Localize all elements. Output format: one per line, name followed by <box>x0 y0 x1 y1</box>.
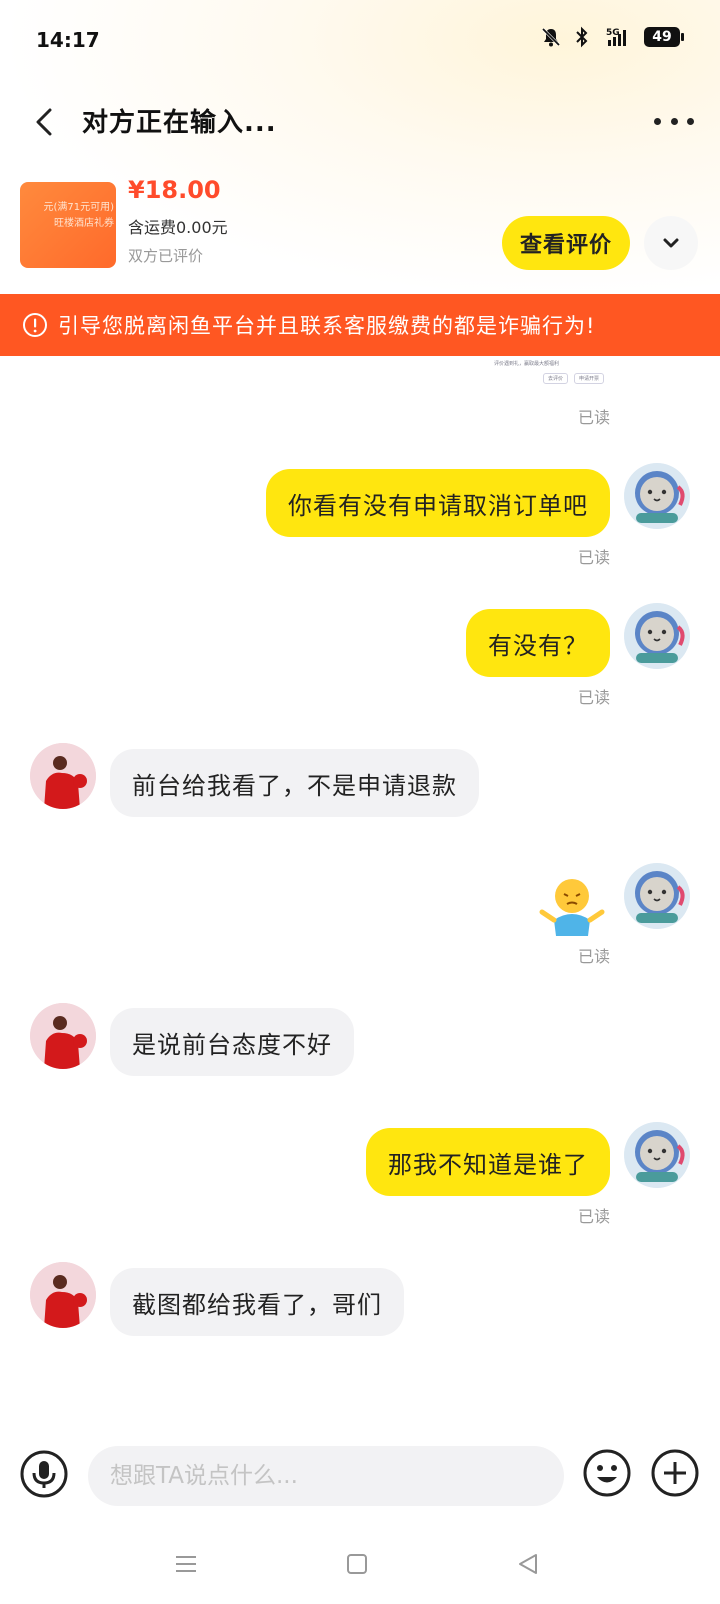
message-bubble-received[interactable]: 前台给我看了，不是申请退款 <box>110 749 479 817</box>
chevron-down-icon <box>663 238 679 248</box>
status-icons: 5G 49 <box>540 26 684 48</box>
read-receipt: 已读 <box>577 408 610 427</box>
order-mini-card[interactable]: 评价遇到礼，赢取最大额福利 去评价 申请开票 <box>488 356 610 400</box>
microphone-icon[interactable] <box>20 1450 68 1498</box>
avatar[interactable] <box>624 863 690 929</box>
avatar[interactable] <box>30 743 96 809</box>
svg-text:5G: 5G <box>606 28 620 38</box>
fraud-warning-banner: 引导您脱离闲鱼平台并且联系客服缴费的都是诈骗行为! <box>0 294 720 356</box>
avatar[interactable] <box>624 463 690 529</box>
red-figure-avatar-icon <box>30 743 96 809</box>
status-time: 14:17 <box>36 28 100 52</box>
status-bar: 14:17 5G 49 <box>0 0 720 82</box>
message-bubble-received[interactable]: 是说前台态度不好 <box>110 1008 354 1076</box>
system-nav-bar <box>0 1540 720 1604</box>
avatar[interactable] <box>624 1122 690 1188</box>
red-figure-avatar-icon <box>30 1262 96 1328</box>
expand-button[interactable] <box>644 216 698 270</box>
mini-card-button[interactable]: 申请开票 <box>573 373 604 384</box>
read-receipt: 已读 <box>577 1207 610 1226</box>
red-figure-avatar-icon <box>30 1003 96 1069</box>
product-card[interactable]: 元(满71元可用) 旺楼酒店礼券 ¥18.00 含运费0.00元 双方已评价 查… <box>0 170 720 290</box>
avatar[interactable] <box>30 1003 96 1069</box>
mute-bell-icon <box>541 27 561 47</box>
more-dot-icon <box>687 117 694 125</box>
message-bubble-sent[interactable]: 有没有？ <box>466 609 610 677</box>
avatar[interactable] <box>30 1262 96 1328</box>
more-dot-icon <box>670 117 678 125</box>
more-options-button[interactable] <box>654 106 694 136</box>
chevron-left-icon <box>36 108 52 136</box>
shipping-fee: 含运费0.00元 <box>128 218 228 237</box>
product-price: ¥18.00 <box>128 176 221 204</box>
chat-list[interactable]: 评价遇到礼，赢取最大额福利 去评价 申请开票 已读 你看有没有申请取消订单吧 已… <box>0 356 720 1436</box>
read-receipt: 已读 <box>577 947 610 966</box>
review-status: 双方已评价 <box>128 247 204 265</box>
home-icon[interactable] <box>337 1540 377 1590</box>
avatar[interactable] <box>624 603 690 669</box>
nav-bar: 对方正在输入... <box>0 88 720 154</box>
shrug-sticker-icon[interactable] <box>534 874 610 940</box>
product-thumbnail[interactable]: 元(满71元可用) 旺楼酒店礼券 <box>20 182 116 268</box>
seal-avatar-icon <box>624 463 690 529</box>
message-bubble-sent[interactable]: 那我不知道是谁了 <box>366 1128 610 1196</box>
more-dot-icon <box>654 117 661 125</box>
warning-text: 引导您脱离闲鱼平台并且联系客服缴费的都是诈骗行为! <box>58 314 596 338</box>
view-review-button[interactable]: 查看评价 <box>502 216 630 270</box>
back-triangle-icon[interactable] <box>508 1540 548 1590</box>
message-bubble-sent[interactable]: 你看有没有申请取消订单吧 <box>266 469 610 537</box>
signal-5g-icon: 5G <box>606 28 626 46</box>
mini-card-button[interactable]: 去评价 <box>542 373 568 384</box>
read-receipt: 已读 <box>577 548 610 567</box>
thumb-text: 元(满71元可用) 旺楼酒店礼券 <box>43 202 114 229</box>
mini-card-text: 评价遇到礼，赢取最大额福利 <box>494 361 560 367</box>
seal-avatar-icon <box>624 1122 690 1188</box>
page-title: 对方正在输入... <box>82 108 277 138</box>
emoji-icon[interactable] <box>582 1448 632 1498</box>
back-button[interactable] <box>26 102 66 142</box>
plus-icon[interactable] <box>650 1448 700 1498</box>
message-bubble-received[interactable]: 截图都给我看了，哥们 <box>110 1268 404 1336</box>
bluetooth-icon <box>576 26 588 48</box>
battery-icon: 49 <box>644 27 684 47</box>
read-receipt: 已读 <box>577 688 610 707</box>
message-input[interactable] <box>88 1446 564 1506</box>
seal-avatar-icon <box>624 863 690 929</box>
seal-avatar-icon <box>624 603 690 669</box>
menu-icon[interactable] <box>166 1540 206 1590</box>
alert-circle-icon <box>23 313 47 337</box>
input-bar <box>0 1440 720 1520</box>
